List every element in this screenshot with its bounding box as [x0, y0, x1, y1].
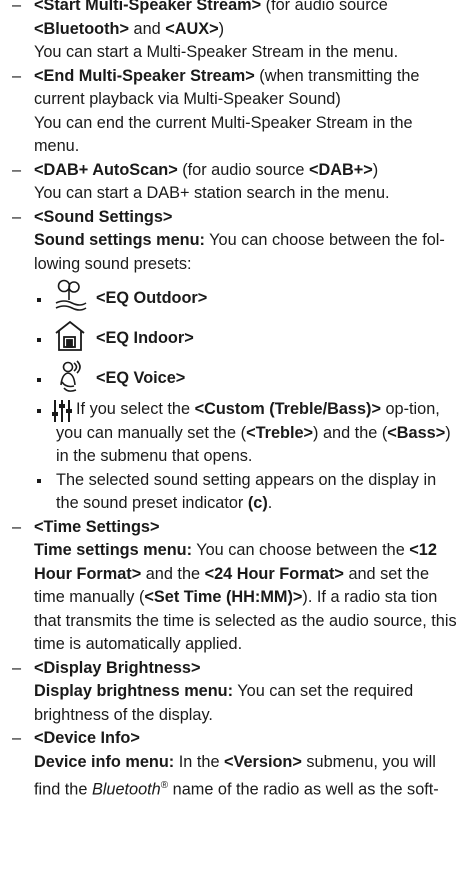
list-item-end-stream: – <End Multi-Speaker Stream> (when trans…: [0, 65, 462, 159]
list-item-start-stream: – <Start Multi-Speaker Stream> (for audi…: [0, 0, 462, 65]
indicator-text: The selected sound setting appears on th…: [56, 470, 437, 513]
set-time-option: <Set Time (HH:MM)>: [144, 588, 303, 606]
custom-text-3: ) and the (: [313, 423, 388, 442]
square-bullet: [37, 298, 41, 302]
dab-title: <DAB+ AutoScan>: [34, 160, 178, 179]
preset-label-voice: <EQ Voice>: [96, 369, 186, 387]
bass-setting: <Bass>: [387, 423, 446, 442]
preset-label-outdoor: <EQ Outdoor>: [96, 289, 208, 307]
eq-voice-icon: [60, 360, 81, 392]
device-text-1: In the: [174, 752, 225, 771]
dash-bullet: –: [12, 729, 22, 747]
bluetooth-source: <Bluetooth>: [34, 19, 129, 38]
square-bullet: [37, 338, 41, 342]
preset-eq-indoor: <EQ Indoor>: [0, 316, 462, 356]
dash-bullet: –: [12, 0, 22, 14]
preset-eq-voice: <EQ Voice>: [0, 356, 462, 396]
dab-note: (for audio source: [177, 160, 309, 179]
dash-bullet: –: [12, 207, 22, 226]
dab-source: <DAB+>: [308, 160, 373, 179]
list-item-sound-settings: – <Sound Settings> Sound settings menu: …: [0, 206, 462, 277]
device-title: <Device Info>: [34, 729, 140, 747]
eq-indoor-icon: [55, 320, 85, 351]
dash-bullet: –: [12, 66, 22, 85]
brightness-title: <Display Brightness>: [34, 658, 201, 677]
dab-desc: You can start a DAB+ station search in t…: [34, 184, 390, 202]
document-page: – <Start Multi-Speaker Stream> (for audi…: [0, 0, 462, 802]
end-stream-title: <End Multi-Speaker Stream>: [34, 66, 255, 85]
indicator-end: .: [267, 494, 273, 512]
custom-text-1: If you select the: [76, 400, 195, 418]
start-stream-title: <Start Multi-Speaker Stream>: [34, 0, 262, 14]
time-menu-label: Time settings menu:: [34, 541, 193, 559]
eq-custom-icon: [52, 400, 72, 422]
sound-menu-label: Sound settings menu:: [34, 231, 205, 249]
eq-outdoor-icon: [55, 279, 87, 311]
brightness-menu-label: Display brightness menu:: [34, 682, 234, 700]
custom-eq-paragraph: If you select the <Custom (Treble/Bass)>…: [0, 398, 462, 469]
time-text-2: and the: [141, 564, 205, 583]
list-item-display-brightness: – <Display Brightness> Display brightnes…: [0, 657, 462, 728]
indicator-ref: (c): [247, 494, 268, 512]
dash-bullet: –: [12, 658, 22, 677]
sound-title: <Sound Settings>: [34, 207, 173, 226]
list-item-device-info: – <Device Info> Device info menu: In the…: [0, 727, 462, 802]
dab-close: ): [372, 160, 379, 179]
list-item-dab-autoscan: – <DAB+ AutoScan> (for audio source <DAB…: [0, 159, 462, 206]
format-24h: <24 Hour Format>: [204, 564, 344, 583]
end-stream-desc: You can end the current Multi-Speaker St…: [34, 113, 413, 156]
version-submenu: <Version>: [224, 752, 302, 771]
custom-option: <Custom (Treble/Bass)>: [194, 400, 381, 418]
dash-bullet: –: [12, 517, 22, 536]
bluetooth-name: Bluetooth: [91, 780, 161, 799]
square-bullet: [37, 409, 41, 413]
dash-bullet: –: [12, 160, 22, 179]
start-stream-note: (for audio source: [261, 0, 388, 14]
device-text-3: name of the radio as well as the soft-: [168, 780, 439, 799]
start-stream-desc: You can start a Multi-Speaker Stream in …: [34, 43, 399, 61]
preset-label-indoor: <EQ Indoor>: [96, 329, 194, 347]
time-title: <Time Settings>: [34, 517, 160, 536]
device-menu-label: Device info menu:: [34, 752, 175, 771]
time-text-1: You can choose between the: [192, 541, 410, 559]
preset-eq-outdoor: <EQ Outdoor>: [0, 276, 462, 316]
list-item-time-settings: – <Time Settings> Time settings menu: Yo…: [0, 516, 462, 657]
indicator-paragraph: The selected sound setting appears on th…: [0, 469, 462, 516]
square-bullet: [37, 378, 41, 382]
aux-source: <AUX>: [165, 19, 219, 38]
start-stream-and: and: [128, 19, 166, 38]
treble-setting: <Treble>: [246, 423, 314, 442]
square-bullet: [37, 478, 41, 483]
start-stream-close: ): [218, 19, 225, 38]
